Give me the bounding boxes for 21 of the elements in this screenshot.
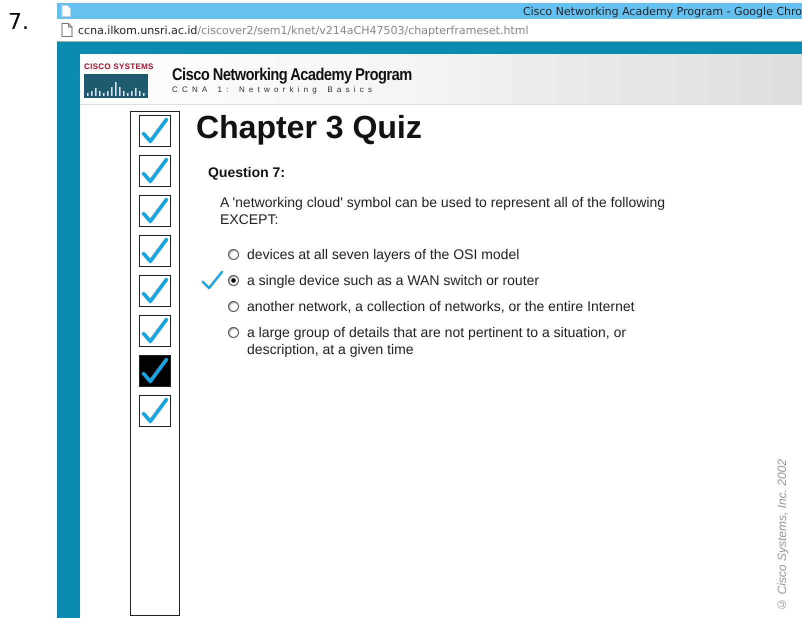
bridge-logo-icon	[84, 74, 148, 98]
page-icon	[61, 23, 73, 37]
quiz-title: Chapter 3 Quiz	[196, 109, 423, 146]
item-number: 7.	[8, 10, 29, 35]
logo-text: CISCO SYSTEMS	[84, 60, 154, 72]
copyright-text: © Cisco Systems, Inc. 2002	[775, 459, 789, 612]
radio-button[interactable]	[228, 249, 239, 260]
program-title: Cisco Networking Academy Program	[172, 64, 412, 84]
question-number: Question 7:	[208, 164, 286, 180]
answer-option[interactable]: a single device such as a WAN switch or router	[247, 272, 677, 289]
question-text: A 'networking cloud' symbol can be used to represent all of the following EXCEPT:	[220, 194, 666, 228]
answer-option[interactable]: a large group of details that are not pertinent to a situation, or description, at a given time	[247, 324, 677, 358]
url-text: ccna.ilkom.unsri.ac.id/ciscover2/sem1/knet/v214aCH47503/chapterframeset.html	[78, 24, 529, 36]
answer-option[interactable]: devices at all seven layers of the OSI model	[247, 246, 677, 263]
course-subtitle: CCNA 1: Networking Basics	[172, 84, 378, 94]
page-icon	[61, 5, 71, 17]
window-title: Cisco Networking Academy Program - Google Chro	[522, 4, 802, 18]
radio-button[interactable]	[228, 275, 239, 286]
answer-option[interactable]: another network, a collection of networks, or the entire Internet	[247, 298, 677, 315]
radio-button[interactable]	[228, 327, 239, 338]
radio-button[interactable]	[228, 301, 239, 312]
